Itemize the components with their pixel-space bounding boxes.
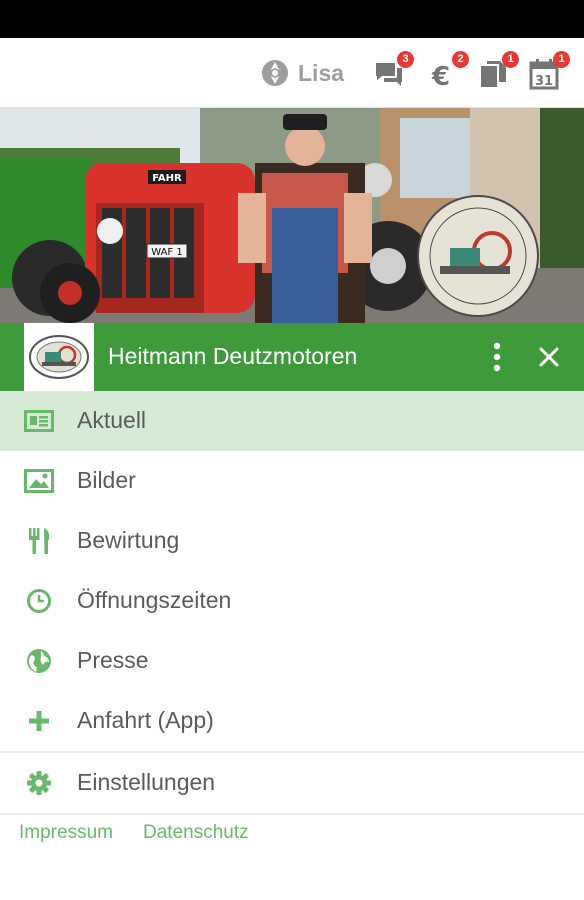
menu-item-bewirtung[interactable]: Bewirtung xyxy=(0,511,584,571)
drawer-footer: Impressum Datenschutz xyxy=(0,822,584,852)
hero-license-plate: WAF 1 xyxy=(151,247,182,258)
menu-item-anfahrt[interactable]: Anfahrt (App) xyxy=(0,691,584,751)
datenschutz-link[interactable]: Datenschutz xyxy=(143,822,249,844)
menu-item-aktuell[interactable]: Aktuell xyxy=(0,391,584,451)
fork-knife-icon xyxy=(24,527,54,555)
club-logo-icon xyxy=(29,335,89,379)
top-bar: Lisa 3 € 2 1 31 1 xyxy=(0,38,584,108)
calendar-day: 31 xyxy=(535,74,553,89)
menu-item-bilder[interactable]: Bilder xyxy=(0,451,584,511)
hero-image: FAHR WAF 1 xyxy=(0,108,584,323)
username: Lisa xyxy=(298,59,345,86)
club-logo xyxy=(24,323,94,391)
menu-item-label: Anfahrt (App) xyxy=(77,707,214,733)
euro-badge: 2 xyxy=(452,51,469,68)
calendar-badge: 1 xyxy=(553,51,570,68)
status-bar xyxy=(0,0,584,38)
calendar-icon[interactable]: 31 1 xyxy=(529,51,570,90)
drawer-title: Heitmann Deutzmotoren xyxy=(108,343,358,369)
menu-item-label: Einstellungen xyxy=(77,769,216,795)
menu-item-label: Bilder xyxy=(77,467,136,493)
menu-item-presse[interactable]: Presse xyxy=(0,631,584,691)
close-drawer-button[interactable] xyxy=(534,342,564,372)
svg-text:€: € xyxy=(431,62,450,90)
image-icon xyxy=(24,467,54,495)
impressum-link[interactable]: Impressum xyxy=(19,822,113,844)
menu-item-oeffnungszeiten[interactable]: Öffnungszeiten xyxy=(0,571,584,631)
menu-item-label: Aktuell xyxy=(77,407,147,433)
more-options-button[interactable] xyxy=(484,340,510,374)
euro-icon[interactable]: € 2 xyxy=(428,51,469,92)
drawer-header: Heitmann Deutzmotoren xyxy=(0,323,584,391)
app-logo-icon xyxy=(262,60,288,86)
close-icon xyxy=(539,347,559,367)
menu-item-label: Presse xyxy=(77,647,149,673)
drawer-menu: Aktuell Bilder Bewirtung Öffnungszeiten … xyxy=(0,391,584,815)
messages-badge: 3 xyxy=(397,51,414,68)
user-account[interactable]: Lisa xyxy=(260,58,344,88)
clock-icon xyxy=(24,587,54,615)
newspaper-icon xyxy=(24,407,54,435)
documents-badge: 1 xyxy=(502,51,519,68)
plus-icon xyxy=(24,707,54,735)
hero-plate-text: FAHR xyxy=(152,173,182,184)
documents-icon[interactable]: 1 xyxy=(478,51,519,90)
more-vert-icon xyxy=(493,342,501,372)
messages-icon[interactable]: 3 xyxy=(373,51,414,90)
menu-item-einstellungen[interactable]: Einstellungen xyxy=(0,753,584,813)
menu-item-label: Bewirtung xyxy=(77,527,180,553)
menu-item-label: Öffnungszeiten xyxy=(77,587,232,613)
gear-icon xyxy=(24,769,54,797)
globe-icon xyxy=(24,647,54,675)
menu-divider xyxy=(0,813,584,815)
